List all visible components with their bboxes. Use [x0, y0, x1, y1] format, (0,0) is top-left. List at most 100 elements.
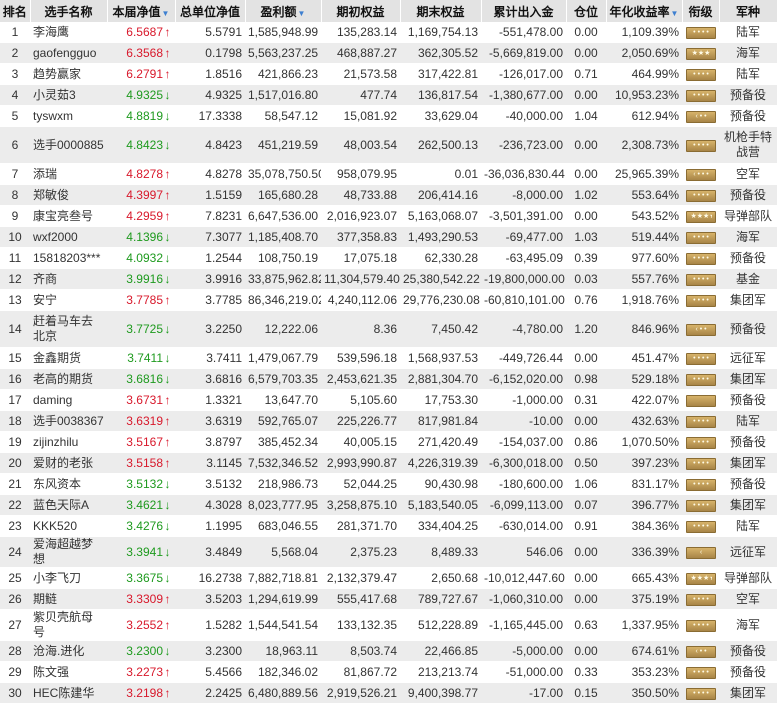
table-row[interactable]: 24 爱海超越梦想 3.3941 ↓ 3.4849 5,568.04 2,375.23 8,4…	[0, 536, 777, 568]
col-grade[interactable]: 衔级	[682, 0, 720, 22]
player-name-cell[interactable]: 添瑞	[30, 163, 107, 185]
player-name-link[interactable]: 齐商	[33, 272, 57, 286]
col-annual[interactable]: 年化收益率▼	[606, 0, 683, 22]
table-row[interactable]: 4 小灵茹3 4.9325 ↓ 4.9325 1,517,016.80 477.74 136,…	[0, 84, 777, 106]
player-name-cell[interactable]: 爱财的老张	[30, 452, 107, 474]
player-name-link[interactable]: 期鲢	[33, 592, 57, 606]
player-name-link[interactable]: 小灵茹3	[33, 88, 76, 102]
player-name-cell[interactable]: 康宝亮叁号	[30, 205, 107, 227]
table-row[interactable]: 21 东风资本 3.5132 ↓ 3.5132 218,986.73 52,044.25 90…	[0, 473, 777, 495]
player-name-cell[interactable]: gaofengguo	[30, 42, 107, 64]
table-row[interactable]: 17 daming 3.6731 ↑ 1.3321 13,647.70 5,105.60 17…	[0, 389, 777, 411]
table-row[interactable]: 20 爱财的老张 3.5158 ↑ 3.1145 7,532,346.52 2,993,99…	[0, 452, 777, 474]
table-row[interactable]: 27 紫贝壳航母号 3.2552 ↑ 1.5282 1,544,541.54 133,132…	[0, 609, 777, 641]
player-name-link[interactable]: 康宝亮叁号	[33, 209, 93, 223]
player-name-link[interactable]: zijinzhilu	[33, 435, 78, 449]
table-row[interactable]: 25 小李飞刀 3.3675 ↓ 16.2738 7,882,718.81 2,132,37…	[0, 567, 777, 589]
table-row[interactable]: 6 选手0000885 4.8423 ↓ 4.8423 451,219.59 48,003.…	[0, 126, 777, 164]
table-row[interactable]: 3 趋势赢家 6.2791 ↑ 1.8516 421,866.23 21,573.58 317…	[0, 63, 777, 85]
player-name-link[interactable]: wxf2000	[33, 230, 78, 244]
player-name-cell[interactable]: 齐商	[30, 268, 107, 290]
col-army[interactable]: 军种	[719, 0, 777, 22]
player-name-link[interactable]: 小李飞刀	[33, 571, 81, 585]
player-name-cell[interactable]: tyswxm	[30, 105, 107, 127]
player-name-link[interactable]: 赶着马车去北京	[33, 314, 93, 343]
table-row[interactable]: 12 齐商 3.9916 ↓ 3.9916 33,875,962.82 11,304,579…	[0, 268, 777, 290]
table-row[interactable]: 9 康宝亮叁号 4.2959 ↑ 7.8231 6,647,536.00 2,016,923…	[0, 205, 777, 227]
player-name-link[interactable]: 东风资本	[33, 477, 81, 491]
player-name-cell[interactable]: 赶着马车去北京	[30, 310, 107, 348]
player-name-link[interactable]: gaofengguo	[33, 46, 96, 60]
col-position[interactable]: 仓位	[566, 0, 607, 22]
table-row[interactable]: 7 添瑞 4.8278 ↑ 4.8278 35,078,750.50 958,079.95 0…	[0, 163, 777, 185]
player-name-cell[interactable]: 趋势赢家	[30, 63, 107, 85]
table-row[interactable]: 15 金鑫期货 3.7411 ↓ 3.7411 1,479,067.79 539,596.1…	[0, 347, 777, 369]
table-row[interactable]: 29 陈文强 3.2273 ↑ 5.4566 182,346.02 81,867.72 213…	[0, 661, 777, 683]
table-row[interactable]: 16 老高的期货 3.6816 ↓ 3.6816 6,579,703.35 2,453,62…	[0, 368, 777, 390]
player-name-cell[interactable]: 陈文强	[30, 661, 107, 683]
player-name-link[interactable]: 选手0038367	[33, 414, 104, 428]
table-row[interactable]: 2 gaofengguo 6.3568 ↑ 0.1798 5,563,237.25 468,…	[0, 42, 777, 64]
player-name-cell[interactable]: 紫贝壳航母号	[30, 609, 107, 641]
player-name-link[interactable]: 李海鹰	[33, 25, 69, 39]
table-row[interactable]: 19 zijinzhilu 3.5167 ↑ 3.8797 385,452.34 40,00…	[0, 431, 777, 453]
player-name-cell[interactable]: 安宁	[30, 289, 107, 311]
player-name-link[interactable]: daming	[33, 393, 72, 407]
player-name-cell[interactable]: KKK520	[30, 515, 107, 537]
player-name-cell[interactable]: zijinzhilu	[30, 431, 107, 453]
player-name-cell[interactable]: 蓝色天际A	[30, 494, 107, 516]
player-name-link[interactable]: 蓝色天际A	[33, 498, 89, 512]
player-name-cell[interactable]: 李海鹰	[30, 22, 107, 43]
player-name-cell[interactable]: 选手0000885	[30, 126, 107, 164]
sort-desc-icon[interactable]: ▼	[298, 9, 306, 18]
player-name-link[interactable]: 添瑞	[33, 167, 57, 181]
player-name-link[interactable]: 沧海.进化	[33, 644, 84, 658]
player-name-link[interactable]: 爱财的老张	[33, 456, 93, 470]
sort-desc-icon[interactable]: ▼	[671, 9, 679, 18]
sort-desc-icon[interactable]: ▼	[162, 9, 170, 18]
table-row[interactable]: 22 蓝色天际A 3.4621 ↓ 4.3028 8,023,777.95 3,258,87…	[0, 494, 777, 516]
player-name-link[interactable]: tyswxm	[33, 109, 73, 123]
player-name-cell[interactable]: 老高的期货	[30, 368, 107, 390]
col-name[interactable]: 选手名称	[30, 0, 108, 22]
player-name-link[interactable]: 紫贝壳航母号	[33, 610, 93, 639]
col-init-equity[interactable]: 期初权益	[321, 0, 401, 22]
player-name-link[interactable]: 安宁	[33, 293, 57, 307]
table-row[interactable]: 10 wxf2000 4.1396 ↓ 7.3077 1,185,408.70 377,35…	[0, 226, 777, 248]
col-unit-nav[interactable]: 总单位净值	[175, 0, 246, 22]
table-row[interactable]: 28 沧海.进化 3.2300 ↓ 3.2300 18,963.11 8,503.74 22,…	[0, 640, 777, 662]
player-name-link[interactable]: 趋势赢家	[33, 67, 81, 81]
player-name-cell[interactable]: 15818203***	[30, 247, 107, 269]
player-name-cell[interactable]: 小灵茹3	[30, 84, 107, 106]
col-io[interactable]: 累计出入金	[481, 0, 567, 22]
player-name-link[interactable]: HEC陈建华	[33, 686, 94, 700]
player-name-link[interactable]: 爱海超越梦想	[33, 537, 93, 566]
player-name-cell[interactable]: 期鲢	[30, 588, 107, 610]
player-name-link[interactable]: 郑敏俊	[33, 188, 69, 202]
player-name-link[interactable]: 15818203***	[33, 251, 100, 265]
col-nav[interactable]: 本届净值▼	[107, 0, 176, 22]
player-name-link[interactable]: KKK520	[33, 519, 77, 533]
table-row[interactable]: 1 李海鹰 6.5687 ↑ 5.5791 1,585,948.99 135,283.14 1…	[0, 22, 777, 43]
player-name-cell[interactable]: daming	[30, 389, 107, 411]
table-row[interactable]: 14 赶着马车去北京 3.7725 ↓ 3.2250 12,222.06 8.36 7,450…	[0, 310, 777, 348]
table-row[interactable]: 23 KKK520 3.4276 ↓ 1.1995 683,046.55 281,371.7…	[0, 515, 777, 537]
player-name-cell[interactable]: 小李飞刀	[30, 567, 107, 589]
player-name-link[interactable]: 老高的期货	[33, 372, 93, 386]
player-name-cell[interactable]: 爱海超越梦想	[30, 536, 107, 568]
table-row[interactable]: 11 15818203*** 4.0932 ↓ 1.2544 108,750.19 17,0…	[0, 247, 777, 269]
col-rank[interactable]: 排名	[0, 0, 31, 22]
player-name-cell[interactable]: 郑敏俊	[30, 184, 107, 206]
col-profit[interactable]: 盈利额▼	[245, 0, 322, 22]
table-row[interactable]: 8 郑敏俊 4.3997 ↑ 1.5159 165,680.28 48,733.88 206,…	[0, 184, 777, 206]
table-row[interactable]: 18 选手0038367 3.6319 ↑ 3.6319 592,765.07 225,22…	[0, 410, 777, 432]
col-final-equity[interactable]: 期末权益	[400, 0, 482, 22]
player-name-link[interactable]: 金鑫期货	[33, 351, 81, 365]
player-name-cell[interactable]: 选手0038367	[30, 410, 107, 432]
table-row[interactable]: 26 期鲢 3.3309 ↑ 3.5203 1,294,619.99 555,417.68 7…	[0, 588, 777, 610]
table-row[interactable]: 13 安宁 3.7785 ↑ 3.7785 86,346,219.02 4,240,112.…	[0, 289, 777, 311]
player-name-cell[interactable]: HEC陈建华	[30, 682, 107, 704]
player-name-cell[interactable]: wxf2000	[30, 226, 107, 248]
player-name-cell[interactable]: 沧海.进化	[30, 640, 107, 662]
table-row[interactable]: 30 HEC陈建华 3.2198 ↑ 2.2425 6,480,889.56 2,919,5…	[0, 682, 777, 704]
